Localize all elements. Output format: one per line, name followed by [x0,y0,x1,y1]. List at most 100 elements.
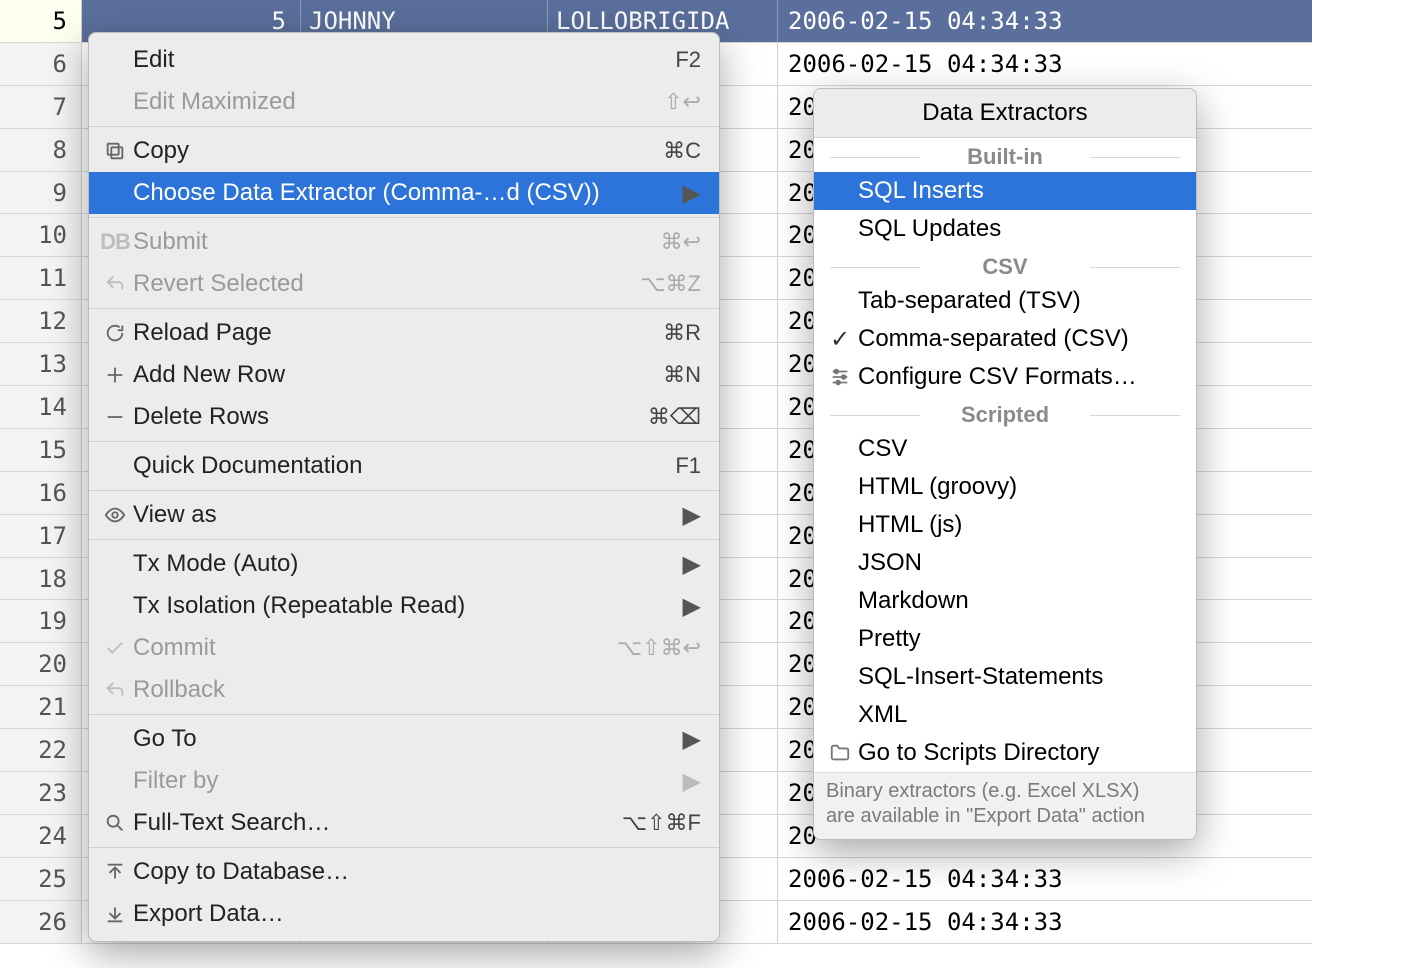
menu-edit[interactable]: Edit F2 [89,39,719,81]
menu-label: Full-Text Search… [133,809,622,837]
menu-add-new-row[interactable]: Add New Row ⌘N [89,354,719,396]
menu-shortcut: ⇧↩ [664,89,701,115]
check-icon [97,637,133,659]
item-label: CSV [854,435,1182,463]
menu-go-to[interactable]: Go To ▶ [89,718,719,760]
folder-icon [826,742,854,764]
menu-view-as[interactable]: View as ▶ [89,494,719,536]
popup-footer: Binary extractors (e.g. Excel XLSX) are … [814,772,1196,839]
menu-shortcut: ⌘R [663,320,701,346]
menu-label: Edit Maximized [133,88,664,116]
menu-label: Add New Row [133,361,663,389]
item-label: Go to Scripts Directory [854,739,1182,767]
menu-choose-data-extractor[interactable]: Choose Data Extractor (Comma-…d (CSV)) ▶ [89,172,719,214]
menu-label: Edit [133,46,675,74]
row-gutter[interactable]: 5 [0,0,82,42]
menu-label: Filter by [133,767,673,795]
extractor-html-js[interactable]: HTML (js) [814,506,1196,544]
menu-reload-page[interactable]: Reload Page ⌘R [89,312,719,354]
menu-separator [89,539,719,540]
menu-tx-isolation[interactable]: Tx Isolation (Repeatable Read) ▶ [89,585,719,627]
extractor-sql-updates[interactable]: SQL Updates [814,210,1196,248]
item-label: JSON [854,549,1182,577]
row-gutter[interactable]: 17 [0,515,82,557]
extractor-tsv[interactable]: Tab-separated (TSV) [814,282,1196,320]
row-gutter[interactable]: 21 [0,686,82,728]
extractor-pretty[interactable]: Pretty [814,620,1196,658]
row-gutter[interactable]: 6 [0,43,82,85]
check-icon: ✓ [826,325,854,354]
row-gutter[interactable]: 10 [0,214,82,256]
menu-delete-rows[interactable]: Delete Rows ⌘⌫ [89,396,719,438]
menu-shortcut: ⌥⌘Z [640,271,701,297]
row-gutter[interactable]: 7 [0,86,82,128]
row-gutter[interactable]: 15 [0,429,82,471]
menu-copy[interactable]: Copy ⌘C [89,130,719,172]
row-gutter[interactable]: 24 [0,815,82,857]
group-builtin: Built-in [814,144,1196,170]
menu-rollback: Rollback [89,669,719,711]
menu-label: Quick Documentation [133,452,675,480]
extractor-configure-csv[interactable]: Configure CSV Formats… [814,358,1196,396]
reload-icon [97,322,133,344]
footer-line: are available in "Export Data" action [826,804,1184,829]
cell-date[interactable]: 2006-02-15 04:34:33 [778,43,1312,85]
menu-shortcut: ⌘↩ [661,229,701,255]
extractor-markdown[interactable]: Markdown [814,582,1196,620]
footer-line: Binary extractors (e.g. Excel XLSX) [826,779,1184,804]
row-gutter[interactable]: 26 [0,901,82,943]
menu-full-text-search[interactable]: Full-Text Search… ⌥⇧⌘F [89,802,719,844]
row-gutter[interactable]: 16 [0,472,82,514]
menu-label: Go To [133,725,673,753]
row-gutter[interactable]: 11 [0,257,82,299]
extractor-xml[interactable]: XML [814,696,1196,734]
chevron-right-icon: ▶ [683,767,701,796]
row-gutter[interactable]: 12 [0,300,82,342]
menu-label: Copy [133,137,663,165]
item-label: XML [854,701,1182,729]
row-gutter[interactable]: 22 [0,729,82,771]
plus-icon [97,364,133,386]
row-gutter[interactable]: 9 [0,172,82,214]
row-gutter[interactable]: 13 [0,343,82,385]
cell-date[interactable]: 2006-02-15 04:34:33 [778,858,1312,900]
item-label: SQL Inserts [854,177,1182,205]
extractor-csv[interactable]: ✓ Comma-separated (CSV) [814,320,1196,358]
menu-revert-selected: Revert Selected ⌥⌘Z [89,263,719,305]
extractor-sql-inserts[interactable]: SQL Inserts [814,172,1196,210]
group-scripted: Scripted [814,402,1196,428]
row-gutter[interactable]: 14 [0,386,82,428]
menu-shortcut: F2 [675,47,701,73]
eye-icon [97,504,133,526]
row-gutter[interactable]: 8 [0,129,82,171]
menu-label: Revert Selected [133,270,640,298]
menu-shortcut: F1 [675,453,701,479]
menu-quick-documentation[interactable]: Quick Documentation F1 [89,445,719,487]
item-label: Tab-separated (TSV) [854,287,1182,315]
item-label: SQL-Insert-Statements [854,663,1182,691]
menu-separator [89,126,719,127]
download-icon [97,903,133,925]
row-gutter[interactable]: 25 [0,858,82,900]
extractor-html-groovy[interactable]: HTML (groovy) [814,468,1196,506]
cell-date[interactable]: 2006-02-15 04:34:33 [778,0,1312,42]
chevron-right-icon: ▶ [683,725,701,754]
item-label: Comma-separated (CSV) [854,325,1182,353]
item-label: Markdown [854,587,1182,615]
extractor-json[interactable]: JSON [814,544,1196,582]
menu-export-data[interactable]: Export Data… [89,893,719,935]
rollback-icon [97,679,133,701]
row-gutter[interactable]: 20 [0,643,82,685]
menu-separator [89,441,719,442]
cell-date[interactable]: 2006-02-15 04:34:33 [778,901,1312,943]
row-gutter[interactable]: 23 [0,772,82,814]
extractor-sql-insert-statements[interactable]: SQL-Insert-Statements [814,658,1196,696]
row-gutter[interactable]: 19 [0,600,82,642]
menu-label: Delete Rows [133,403,648,431]
upload-icon [97,861,133,883]
row-gutter[interactable]: 18 [0,558,82,600]
menu-copy-to-database[interactable]: Copy to Database… [89,851,719,893]
menu-tx-mode[interactable]: Tx Mode (Auto) ▶ [89,543,719,585]
extractor-scripted-csv[interactable]: CSV [814,430,1196,468]
go-to-scripts-directory[interactable]: Go to Scripts Directory [814,734,1196,772]
